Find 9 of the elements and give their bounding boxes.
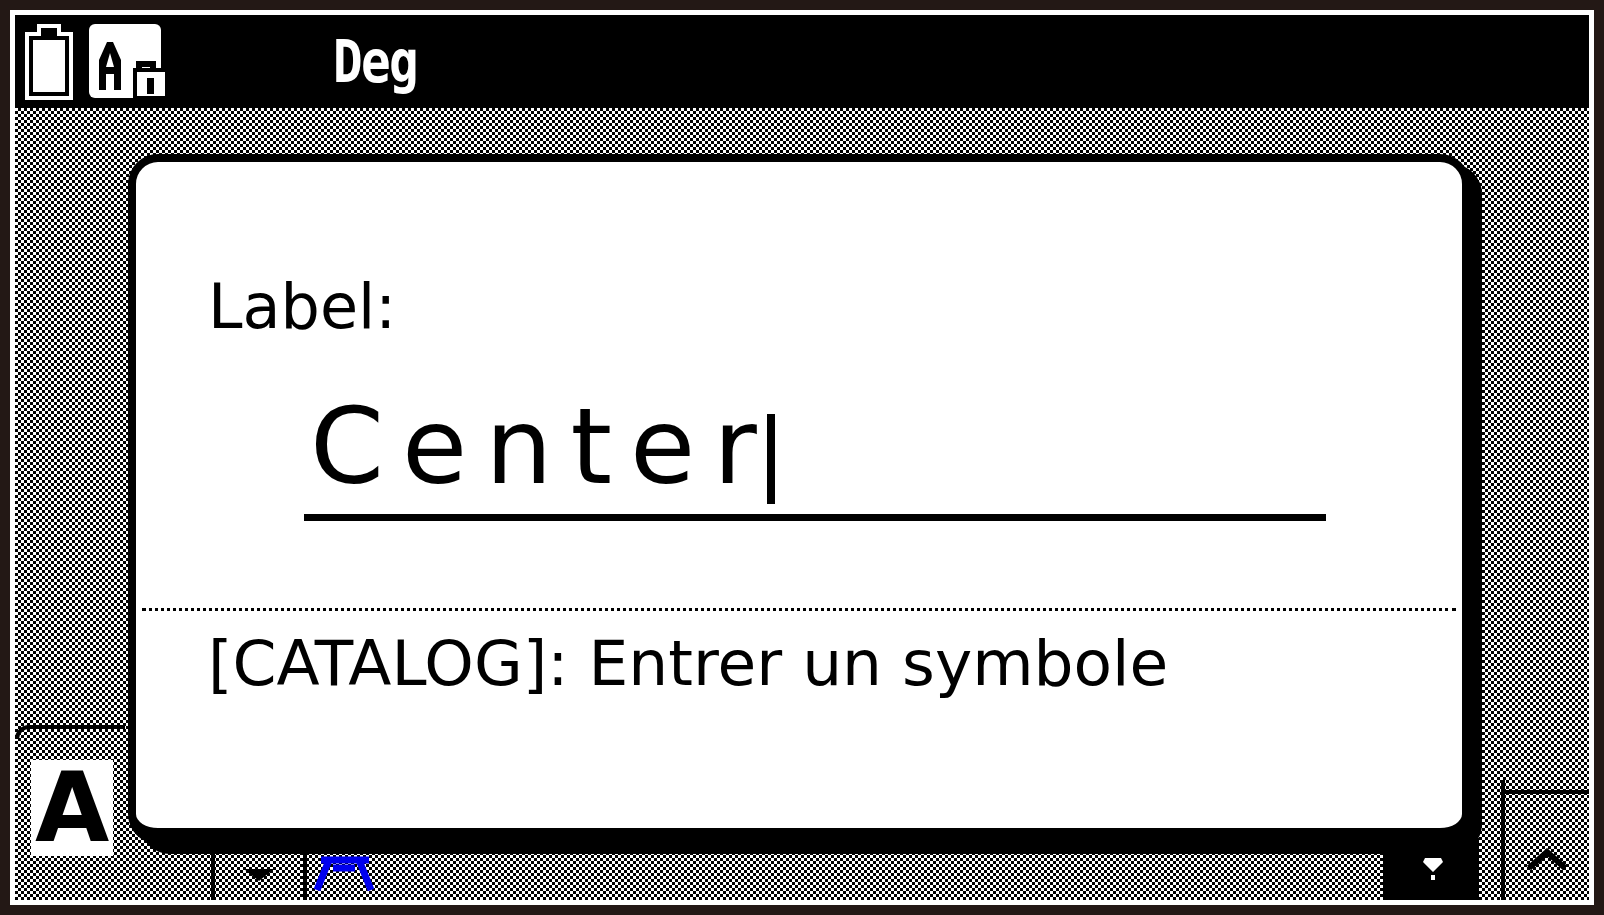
field-label: Label: bbox=[208, 276, 397, 338]
caret-up-icon bbox=[1527, 848, 1567, 870]
angle-mode-indicator: Deg bbox=[333, 27, 417, 96]
label-input-field[interactable]: Center bbox=[304, 391, 1326, 521]
battery-icon bbox=[23, 22, 75, 101]
hint-text: [CATALOG]: Entrer un symbole bbox=[208, 629, 1169, 699]
alpha-letter: A bbox=[31, 760, 114, 856]
diamond-icon bbox=[1423, 858, 1443, 880]
caret-down-icon bbox=[244, 869, 274, 881]
